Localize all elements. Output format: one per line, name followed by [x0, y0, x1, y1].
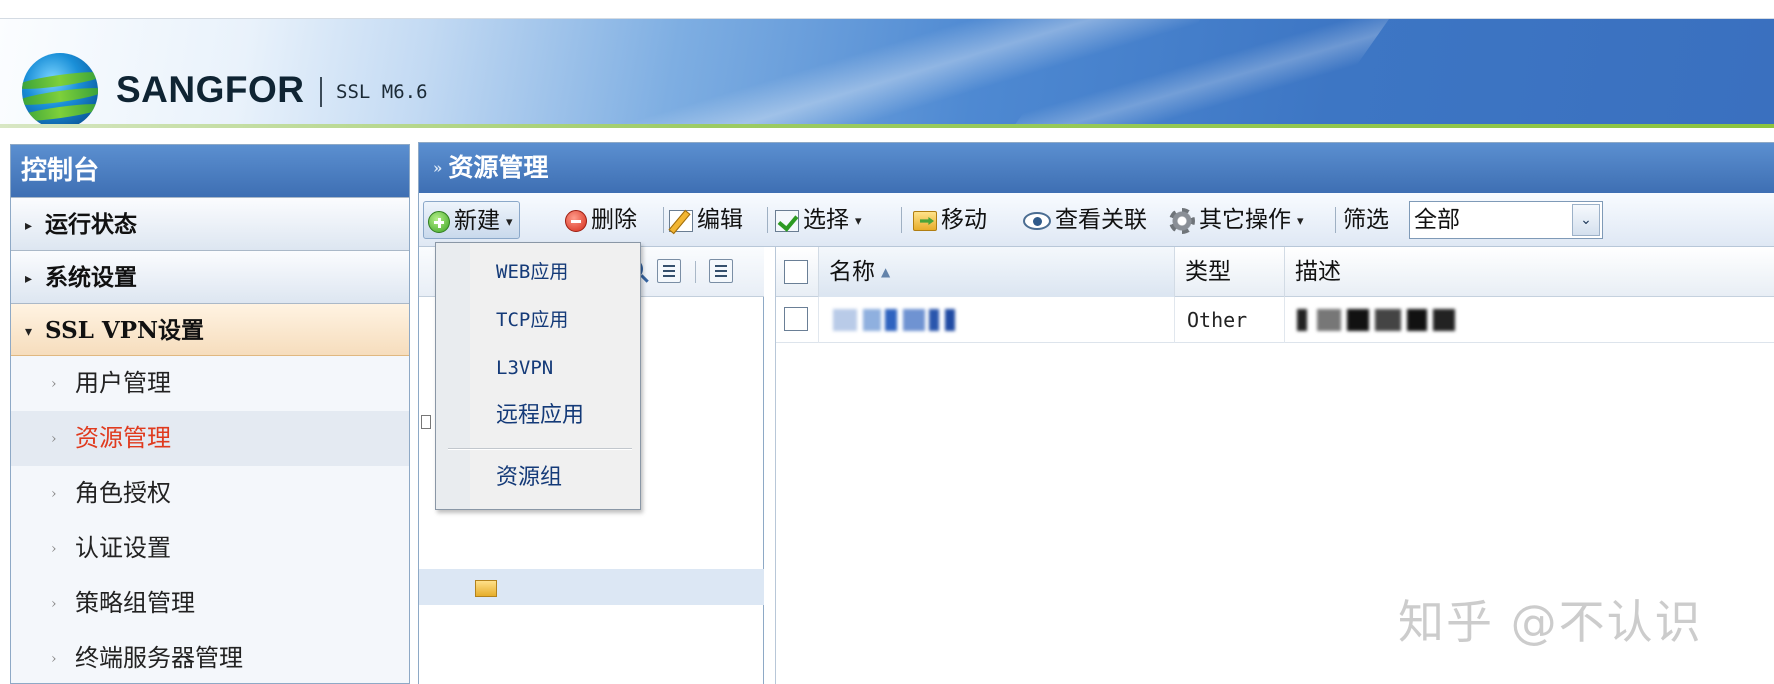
- tree-selected-row[interactable]: [419, 569, 764, 605]
- sidebar-item-label: 用户管理: [75, 369, 171, 397]
- sidebar-group-run-status[interactable]: ▸ 运行状态: [11, 197, 409, 250]
- toolbar-divider: [901, 207, 902, 233]
- chevron-right-icon: ›: [51, 596, 57, 612]
- sidebar-item-label: 资源管理: [75, 424, 171, 452]
- menu-item-l3vpn[interactable]: L3VPN: [496, 353, 553, 383]
- column-header-name[interactable]: 名称 ▲: [818, 247, 1174, 297]
- toolbar-divider: [663, 207, 664, 233]
- watermark: 知乎 @不认识: [1398, 595, 1703, 649]
- row-name-cell: [818, 297, 1174, 343]
- redacted-description: [1297, 309, 1467, 331]
- other-operations-button[interactable]: 其它操作 ▾: [1169, 201, 1304, 239]
- expand-tree-icon[interactable]: [657, 259, 681, 283]
- sidebar-group-system-settings[interactable]: ▸ 系统设置: [11, 250, 409, 303]
- folder-icon: [475, 580, 497, 597]
- sidebar-item-resource-management[interactable]: › 资源管理: [11, 411, 409, 466]
- delete-button[interactable]: 删除: [565, 201, 637, 239]
- menu-item-remote-app[interactable]: 远程应用: [496, 401, 584, 431]
- chevron-right-icon: ›: [51, 651, 57, 667]
- sidebar-item-role-authorization[interactable]: › 角色授权: [11, 466, 409, 521]
- app-header: SANGFOR SSL M6.6: [0, 18, 1774, 128]
- brand-divider: [320, 77, 322, 107]
- gear-icon: [1169, 208, 1195, 234]
- table-row[interactable]: Other: [776, 297, 1774, 343]
- sidebar-item-user-management[interactable]: › 用户管理: [11, 356, 409, 411]
- dropdown-arrow-icon: ▾: [855, 214, 862, 229]
- sidebar-item-label: 策略组管理: [75, 589, 195, 617]
- chevron-right-icon: ›: [51, 486, 57, 502]
- sidebar-group-ssl-vpn-settings[interactable]: ▾ SSL VPN设置: [11, 303, 409, 356]
- menu-item-web-app[interactable]: WEB应用: [496, 257, 568, 287]
- tree-toolbar-divider: [695, 261, 696, 283]
- sidebar-item-terminal-server-management[interactable]: › 终端服务器管理: [11, 631, 409, 683]
- grid-header: 名称 ▲ 类型 描述: [776, 247, 1774, 297]
- header-accent-line: [0, 124, 1774, 128]
- product-version: SSL M6.6: [336, 81, 428, 103]
- sidebar-group-label: 系统设置: [45, 264, 137, 291]
- toolbar-divider: [767, 207, 768, 233]
- list-view-icon[interactable]: [709, 259, 733, 283]
- panel-title-text: 资源管理: [448, 153, 549, 182]
- expand-arrow-icon: ▸: [25, 271, 33, 287]
- edit-button[interactable]: 编辑: [669, 201, 743, 239]
- column-header-description[interactable]: 描述: [1284, 247, 1774, 297]
- chevron-down-icon[interactable]: ⌄: [1572, 204, 1600, 236]
- collapse-arrow-icon: ▾: [25, 324, 33, 340]
- sidebar-item-auth-settings[interactable]: › 认证设置: [11, 521, 409, 576]
- column-header-type[interactable]: 类型: [1174, 247, 1284, 297]
- delete-button-label: 删除: [591, 207, 637, 233]
- edit-button-label: 编辑: [697, 207, 743, 233]
- chevron-right-icon: ›: [51, 541, 57, 557]
- new-dropdown-menu: WEB应用 TCP应用 L3VPN 远程应用 资源组: [435, 242, 641, 510]
- other-operations-label: 其它操作: [1199, 207, 1291, 233]
- sidebar-item-label: 终端服务器管理: [75, 644, 243, 672]
- sort-ascending-icon: ▲: [881, 265, 891, 279]
- dropdown-arrow-icon: ▾: [506, 215, 513, 230]
- menu-item-resource-group[interactable]: 资源组: [496, 463, 562, 493]
- tree-root-icon: [421, 415, 431, 429]
- select-button[interactable]: 选择 ▾: [775, 201, 862, 239]
- move-folder-icon: [913, 211, 937, 231]
- redacted-name: [833, 309, 963, 331]
- menu-item-tcp-app[interactable]: TCP应用: [496, 305, 568, 335]
- new-button-label: 新建: [454, 208, 500, 234]
- delete-icon: [565, 210, 587, 232]
- sidebar-item-label: 角色授权: [75, 479, 171, 507]
- move-button-label: 移动: [941, 207, 987, 233]
- toolbar-divider: [1335, 207, 1336, 233]
- new-button[interactable]: 新建 ▾: [423, 201, 520, 239]
- dropdown-arrow-icon: ▾: [1297, 214, 1304, 229]
- eye-icon: [1023, 212, 1051, 230]
- menu-separator: [448, 448, 632, 449]
- sidebar-title: 控制台: [11, 145, 409, 197]
- brand-name: SANGFOR: [116, 69, 305, 110]
- chevron-right-icon: ›: [51, 376, 57, 392]
- menu-icon-gutter: [436, 243, 470, 509]
- select-all-checkbox[interactable]: [784, 260, 808, 284]
- edit-icon: [669, 210, 693, 232]
- select-button-label: 选择: [803, 207, 849, 233]
- view-relation-button[interactable]: 查看关联: [1023, 201, 1147, 239]
- add-icon: [428, 211, 450, 233]
- filter-label: 筛选: [1343, 207, 1389, 233]
- checkbox-check-icon: [775, 210, 799, 232]
- panel-title: » 资源管理: [419, 143, 1774, 193]
- expand-arrow-icon: ▸: [25, 218, 33, 234]
- sidebar-item-policy-group-management[interactable]: › 策略组管理: [11, 576, 409, 631]
- row-description-cell: [1284, 297, 1774, 343]
- toolbar: 新建 ▾ 删除 编辑 选择 ▾ 移动 查看关联 其它操作 ▾ 筛选 全部 ⌄: [419, 193, 1774, 247]
- row-type-cell: Other: [1174, 297, 1284, 343]
- double-chevron-icon: »: [433, 159, 443, 177]
- sangfor-logo-icon: [22, 53, 98, 128]
- sidebar-group-label: 运行状态: [45, 211, 137, 238]
- filter-select-value: 全部: [1414, 207, 1460, 233]
- row-checkbox[interactable]: [784, 307, 808, 331]
- view-relation-label: 查看关联: [1055, 207, 1147, 233]
- sidebar-item-label: 认证设置: [75, 534, 171, 562]
- move-button[interactable]: 移动: [913, 201, 987, 239]
- sidebar: 控制台 ▸ 运行状态 ▸ 系统设置 ▾ SSL VPN设置 › 用户管理 › 资源管理 ›…: [10, 144, 410, 684]
- filter-select[interactable]: 全部 ⌄: [1409, 201, 1603, 239]
- sidebar-group-label: SSL VPN设置: [45, 317, 205, 344]
- chevron-right-icon: ›: [51, 431, 57, 447]
